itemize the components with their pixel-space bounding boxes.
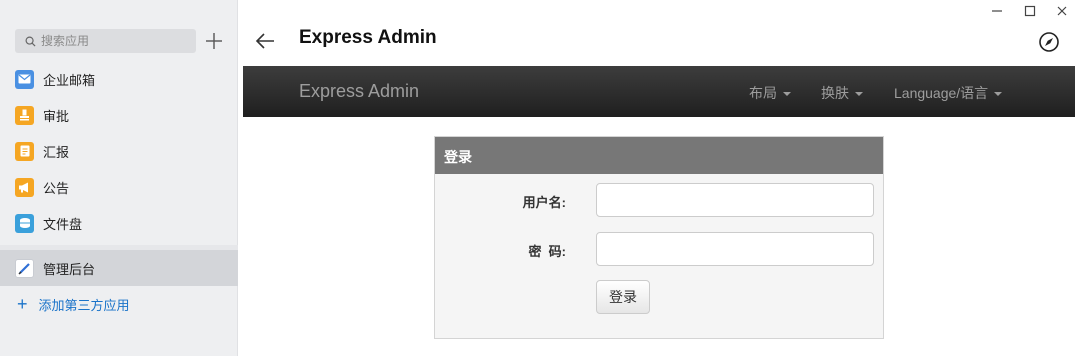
minimize-icon[interactable] — [990, 4, 1004, 18]
add-third-party-app-button[interactable]: + 添加第三方应用 — [0, 286, 238, 322]
menu-skin[interactable]: 换肤 — [821, 83, 863, 103]
username-label: 用户名: — [522, 195, 566, 210]
menu-label: 布局 — [749, 85, 777, 101]
compass-icon[interactable] — [1038, 31, 1060, 53]
sidebar-item-label: 公告 — [43, 180, 70, 196]
webapp-navbar: Express Admin 布局 换肤 Language/语言 — [243, 66, 1075, 117]
mail-icon — [15, 69, 34, 89]
back-arrow-icon[interactable] — [254, 30, 276, 52]
sidebar-item-label: 企业邮箱 — [43, 72, 96, 88]
sidebar-item-approval[interactable]: 审批 — [0, 97, 238, 133]
approval-icon — [15, 105, 34, 125]
caret-down-icon — [994, 92, 1003, 97]
sidebar-item-report[interactable]: 汇报 — [0, 133, 238, 169]
app-window: 企业邮箱 审批 汇报 公告 文件盘 — [0, 0, 1078, 356]
login-panel: 登录 用户名: 密 码: 登录 — [434, 136, 884, 339]
search-box[interactable] — [15, 29, 196, 53]
sidebar: 企业邮箱 审批 汇报 公告 文件盘 — [0, 0, 238, 356]
sidebar-item-label: 文件盘 — [43, 216, 83, 232]
sidebar-item-label: 审批 — [43, 108, 70, 124]
caret-down-icon — [783, 92, 791, 97]
file-disk-icon — [15, 213, 34, 233]
sidebar-item-file-disk[interactable]: 文件盘 — [0, 205, 238, 241]
close-icon[interactable] — [1055, 4, 1069, 18]
search-input[interactable] — [41, 34, 181, 48]
webapp-brand[interactable]: Express Admin — [299, 81, 419, 102]
title-bar: Express Admin — [239, 0, 1078, 62]
announcement-icon — [15, 177, 34, 197]
report-icon — [15, 141, 34, 161]
add-icon[interactable] — [205, 31, 223, 51]
menu-label: Language/语言 — [894, 85, 989, 101]
menu-language[interactable]: Language/语言 — [894, 83, 1003, 103]
caret-down-icon — [855, 92, 863, 97]
search-icon — [25, 36, 36, 47]
password-label: 密 码: — [528, 244, 566, 259]
menu-label: 换肤 — [821, 85, 849, 101]
page-title: Express Admin — [299, 27, 437, 48]
password-input[interactable] — [596, 232, 874, 266]
sidebar-item-label: 汇报 — [43, 144, 70, 160]
username-input[interactable] — [596, 183, 874, 217]
menu-layout[interactable]: 布局 — [749, 83, 791, 103]
maximize-icon[interactable] — [1023, 4, 1037, 18]
login-panel-title: 登录 — [435, 137, 883, 174]
admin-icon — [15, 258, 34, 278]
sidebar-item-announcement[interactable]: 公告 — [0, 169, 238, 205]
add-app-label: 添加第三方应用 — [38, 297, 130, 313]
sidebar-item-label: 管理后台 — [43, 261, 96, 277]
plus-icon: + — [17, 294, 28, 314]
sidebar-item-mail[interactable]: 企业邮箱 — [0, 61, 238, 97]
sidebar-item-admin[interactable]: 管理后台 — [0, 250, 238, 286]
login-button[interactable]: 登录 — [596, 280, 650, 314]
